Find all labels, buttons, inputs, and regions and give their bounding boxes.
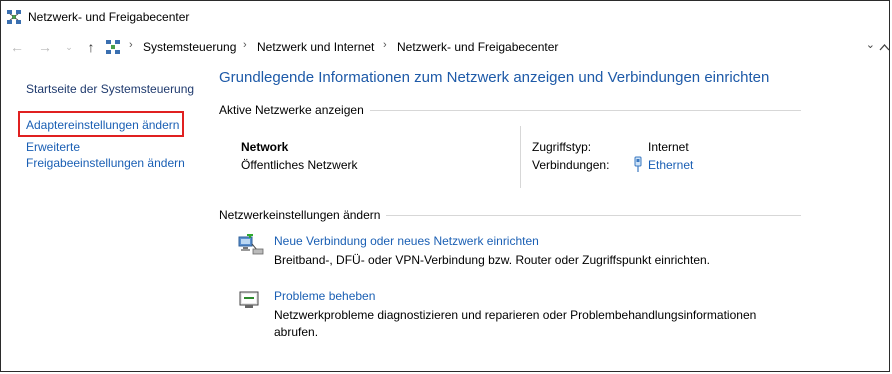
ethernet-icon xyxy=(633,156,643,173)
sidebar-link-advanced-sharing[interactable]: Erweiterte Freigabeeinstellungen ändern xyxy=(26,139,185,171)
new-connection-icon xyxy=(238,232,264,256)
address-bar[interactable]: › Systemsteuerung › Netzwerk und Interne… xyxy=(105,36,875,58)
breadcrumb-systemsteuerung[interactable]: Systemsteuerung xyxy=(143,40,236,54)
new-connection-description: Breitband-, DFÜ- oder VPN-Verbindung bzw… xyxy=(274,253,710,267)
navigation-row: ← → ⌄ ↑ › Systemsteuerung › Netzwerk und… xyxy=(1,36,889,60)
access-type-value: Internet xyxy=(648,140,689,154)
sidebar-link-adapter-settings[interactable]: Adaptereinstellungen ändern xyxy=(26,117,179,133)
ethernet-connection-link[interactable]: Ethernet xyxy=(648,158,693,172)
section-heading-active-networks: Aktive Netzwerke anzeigen xyxy=(219,103,370,117)
recent-locations-chevron-icon[interactable]: ⌄ xyxy=(61,39,77,55)
up-arrow-icon[interactable]: ↑ xyxy=(83,39,99,55)
scroll-up-arrow-icon[interactable] xyxy=(878,41,891,54)
network-center-icon xyxy=(105,39,121,55)
window: Netzwerk- und Freigabecenter ← → ⌄ ↑ › S… xyxy=(0,0,890,372)
title-bar: Netzwerk- und Freigabecenter xyxy=(1,1,889,33)
new-connection-link[interactable]: Neue Verbindung oder neues Netzwerk einr… xyxy=(274,234,539,248)
sidebar-link-advanced-sharing-line2: Freigabeeinstellungen ändern xyxy=(26,156,185,170)
breadcrumb-separator-icon[interactable]: › xyxy=(129,39,133,51)
section-heading-network-settings: Netzwerkeinstellungen ändern xyxy=(219,208,387,222)
address-dropdown-chevron-icon[interactable]: ⌄ xyxy=(866,38,875,51)
network-name: Network xyxy=(241,140,289,154)
troubleshoot-icon xyxy=(238,289,264,311)
forward-arrow-icon[interactable]: → xyxy=(37,39,53,55)
page-title: Grundlegende Informationen zum Netzwerk … xyxy=(219,69,770,86)
network-center-icon xyxy=(6,9,22,25)
sidebar-link-advanced-sharing-line1: Erweiterte xyxy=(26,140,81,154)
troubleshoot-description: Netzwerkprobleme diagnostizieren und rep… xyxy=(274,308,757,339)
back-arrow-icon[interactable]: ← xyxy=(9,39,25,55)
breadcrumb-separator-icon[interactable]: › xyxy=(243,39,247,51)
breadcrumb-freigabecenter[interactable]: Netzwerk- und Freigabecenter xyxy=(397,40,558,54)
window-title: Netzwerk- und Freigabecenter xyxy=(28,10,190,24)
network-type: Öffentliches Netzwerk xyxy=(241,158,358,172)
breadcrumb-separator-icon[interactable]: › xyxy=(383,39,387,51)
access-type-label: Zugriffstyp: xyxy=(532,140,592,154)
connections-label: Verbindungen: xyxy=(532,158,610,172)
troubleshoot-link[interactable]: Probleme beheben xyxy=(274,289,375,303)
vertical-divider xyxy=(520,126,521,188)
sidebar-link-control-panel-home[interactable]: Startseite der Systemsteuerung xyxy=(26,81,194,97)
breadcrumb-netzwerk-und-internet[interactable]: Netzwerk und Internet xyxy=(257,40,374,54)
